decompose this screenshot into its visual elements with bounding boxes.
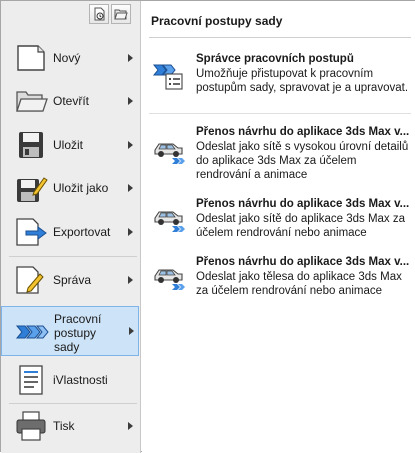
menu-item-label: Uložit [53, 138, 84, 152]
menu-item-manage[interactable]: Správa [1, 260, 139, 300]
menu-item-save-as[interactable]: Uložit jako [1, 168, 139, 208]
open-documents-button[interactable] [111, 4, 131, 24]
submenu-arrow-icon [128, 184, 133, 192]
menu-item-suite-workflows[interactable]: Pracovní postupy sady [1, 306, 139, 356]
menu-separator [9, 256, 137, 257]
menu-item-label: Správa [53, 273, 92, 287]
menu-item-new[interactable]: Nový [1, 38, 139, 78]
menu-item-label: Tisk [53, 419, 75, 433]
panel-divider [149, 113, 411, 114]
car-send-icon [152, 202, 186, 232]
workflow-manager-icon [152, 61, 186, 91]
open-recent-icon [94, 7, 105, 21]
submenu-arrow-icon [129, 327, 134, 335]
print-icon [14, 409, 48, 443]
panel-divider [149, 37, 411, 38]
submenu-arrow-icon [128, 54, 133, 62]
menu-item-label: Pracovní postupy sady [54, 312, 102, 354]
menu-item-print[interactable]: Tisk [1, 406, 139, 446]
save-as-icon [14, 171, 48, 205]
entry-title: Správce pracovních postupů [196, 53, 354, 65]
menu-item-label: Uložit jako [53, 181, 109, 195]
submenu-arrow-icon [128, 228, 133, 236]
submenu-arrow-icon [128, 422, 133, 430]
entry-title: Přenos návrhu do aplikace 3ds Max v... [196, 256, 410, 268]
open-folder-icon [114, 9, 128, 20]
iproperties-icon [14, 363, 48, 397]
save-disk-icon [14, 128, 48, 162]
entry-description: Umožňuje přistupovat k pracovním postupů… [196, 68, 409, 94]
application-menu: Nový Otevřít Uložit Uložit jako Exportov… [0, 0, 415, 453]
entry-description: Odeslat jako sítě do aplikace 3ds Max za… [196, 213, 406, 239]
entry-description: Odeslat jako tělesa do aplikace 3ds Max … [196, 271, 402, 297]
entry-send-3dsmax-solids[interactable]: Přenos návrhu do aplikace 3ds Max v... O… [142, 256, 415, 297]
menu-item-open[interactable]: Otevřít [1, 81, 139, 121]
menu-item-label: iVlastnosti [53, 373, 108, 387]
suite-workflows-icon [15, 315, 49, 349]
application-menu-commands: Nový Otevřít Uložit Uložit jako Exportov… [1, 1, 141, 453]
export-icon [14, 215, 48, 249]
menu-separator [9, 403, 137, 404]
recent-documents-button[interactable] [89, 4, 109, 24]
entry-send-3dsmax-meshes[interactable]: Přenos návrhu do aplikace 3ds Max v... O… [142, 198, 415, 239]
menu-item-export[interactable]: Exportovat [1, 212, 139, 252]
menu-item-save[interactable]: Uložit [1, 125, 139, 165]
new-document-icon [14, 41, 48, 75]
car-send-icon [152, 260, 186, 290]
entry-title: Přenos návrhu do aplikace 3ds Max v... [196, 126, 410, 138]
manage-icon [14, 263, 48, 297]
entry-title: Přenos návrhu do aplikace 3ds Max v... [196, 198, 410, 210]
submenu-arrow-icon [128, 97, 133, 105]
menu-item-label: Nový [53, 51, 81, 65]
open-folder-icon [14, 84, 48, 118]
submenu-arrow-icon [128, 276, 133, 284]
quick-access-buttons [89, 4, 131, 26]
menu-item-iproperties[interactable]: iVlastnosti [1, 360, 139, 400]
submenu-panel: Pracovní postupy sady Správce pracovních… [142, 1, 415, 453]
entry-description: Odeslat jako sítě s vysokou úrovní detai… [196, 141, 409, 181]
menu-item-label: Otevřít [53, 94, 90, 108]
panel-title: Pracovní postupy sady [151, 14, 283, 28]
entry-send-3dsmax-high-detail[interactable]: Přenos návrhu do aplikace 3ds Max v... O… [142, 126, 415, 181]
menu-item-label: Exportovat [53, 225, 111, 239]
submenu-arrow-icon [128, 141, 133, 149]
entry-workflow-manager[interactable]: Správce pracovních postupů Umožňuje přis… [142, 53, 415, 105]
car-send-icon [152, 134, 186, 164]
